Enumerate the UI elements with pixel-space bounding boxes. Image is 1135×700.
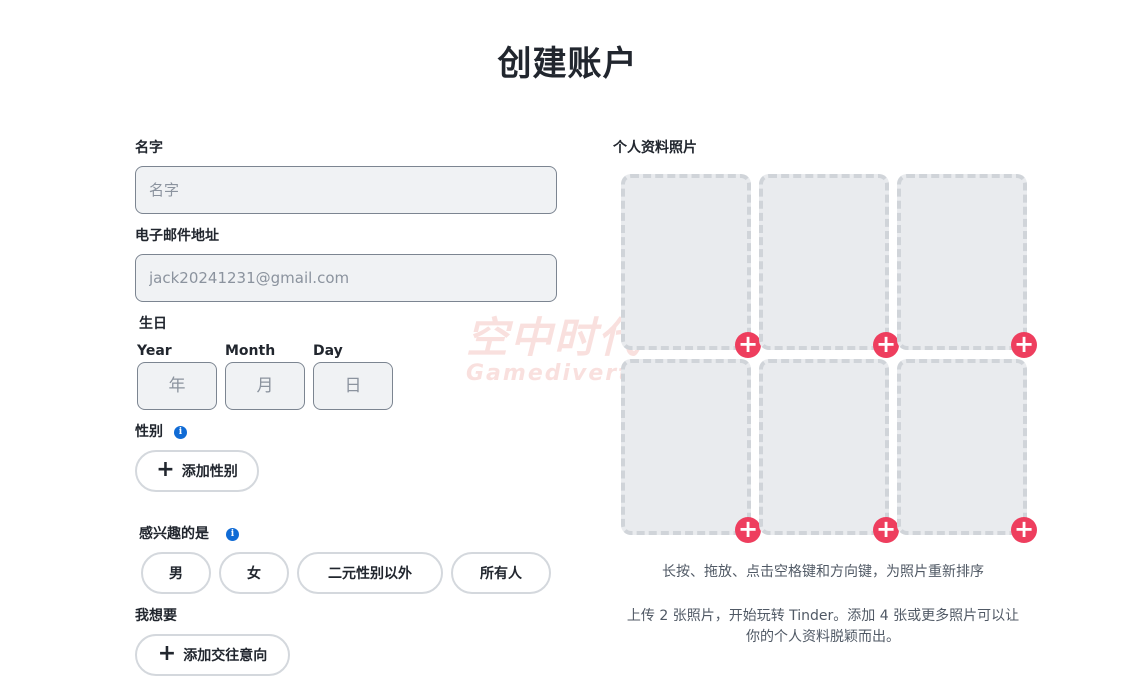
name-label: 名字	[135, 140, 163, 156]
day-label: Day	[313, 343, 343, 359]
add-photo-icon[interactable]: +	[735, 517, 761, 543]
photo-slot-4[interactable]: +	[621, 359, 761, 543]
photo-slot-5[interactable]: +	[759, 359, 899, 543]
interested-option-female[interactable]: 女	[219, 552, 289, 594]
interested-info-icon[interactable]: i	[226, 528, 239, 541]
photo-upload-hint-1: 上传 2 张照片，开始玩转 Tinder。添加 4 张或更多照片可以让	[626, 608, 1020, 624]
add-photo-icon[interactable]: +	[735, 332, 761, 358]
add-photo-icon[interactable]: +	[1011, 332, 1037, 358]
add-photo-icon[interactable]: +	[1011, 517, 1037, 543]
watermark-line1: 空中时代	[466, 313, 643, 362]
add-looking-for-label: 添加交往意向	[183, 648, 268, 664]
interested-option-nonbinary[interactable]: 二元性别以外	[297, 552, 443, 594]
photo-upload-hint-2: 你的个人资料脱颖而出。	[746, 629, 900, 645]
watermark-line2: Gamedivert	[466, 361, 631, 386]
month-label: Month	[225, 343, 276, 359]
photo-slot-2[interactable]: +	[759, 174, 899, 358]
photo-slot-1[interactable]: +	[621, 174, 761, 358]
interested-label: 感兴趣的是	[139, 526, 209, 542]
gender-label: 性别	[135, 424, 163, 440]
day-input[interactable]	[313, 362, 393, 410]
email-input[interactable]	[135, 254, 557, 302]
photos-label: 个人资料照片	[613, 140, 697, 156]
plus-icon: +	[157, 641, 177, 666]
photo-slot-6[interactable]: +	[897, 359, 1037, 543]
page-title: 创建账户	[497, 44, 638, 84]
interested-option-everyone[interactable]: 所有人	[451, 552, 551, 594]
year-input[interactable]	[137, 362, 217, 410]
photo-slot-3[interactable]: +	[897, 174, 1037, 358]
looking-for-label: 我想要	[135, 608, 177, 624]
month-input[interactable]	[225, 362, 305, 410]
gender-info-icon[interactable]: i	[174, 426, 187, 439]
interested-option-male[interactable]: 男	[141, 552, 211, 594]
email-label: 电子邮件地址	[135, 228, 219, 244]
add-photo-icon[interactable]: +	[873, 517, 899, 543]
year-label: Year	[137, 343, 172, 359]
name-input[interactable]	[135, 166, 557, 214]
add-gender-button[interactable]: + 添加性别	[135, 450, 259, 492]
plus-icon: +	[156, 457, 175, 482]
add-photo-icon[interactable]: +	[873, 332, 899, 358]
add-looking-for-button[interactable]: + 添加交往意向	[135, 634, 290, 676]
add-gender-label: 添加性别	[181, 464, 238, 480]
watermark-logo: 空中时代 Gamedivert	[466, 304, 642, 386]
birthday-label: 生日	[139, 316, 167, 332]
photo-reorder-hint: 长按、拖放、点击空格键和方向键，为照片重新排序	[662, 564, 984, 580]
